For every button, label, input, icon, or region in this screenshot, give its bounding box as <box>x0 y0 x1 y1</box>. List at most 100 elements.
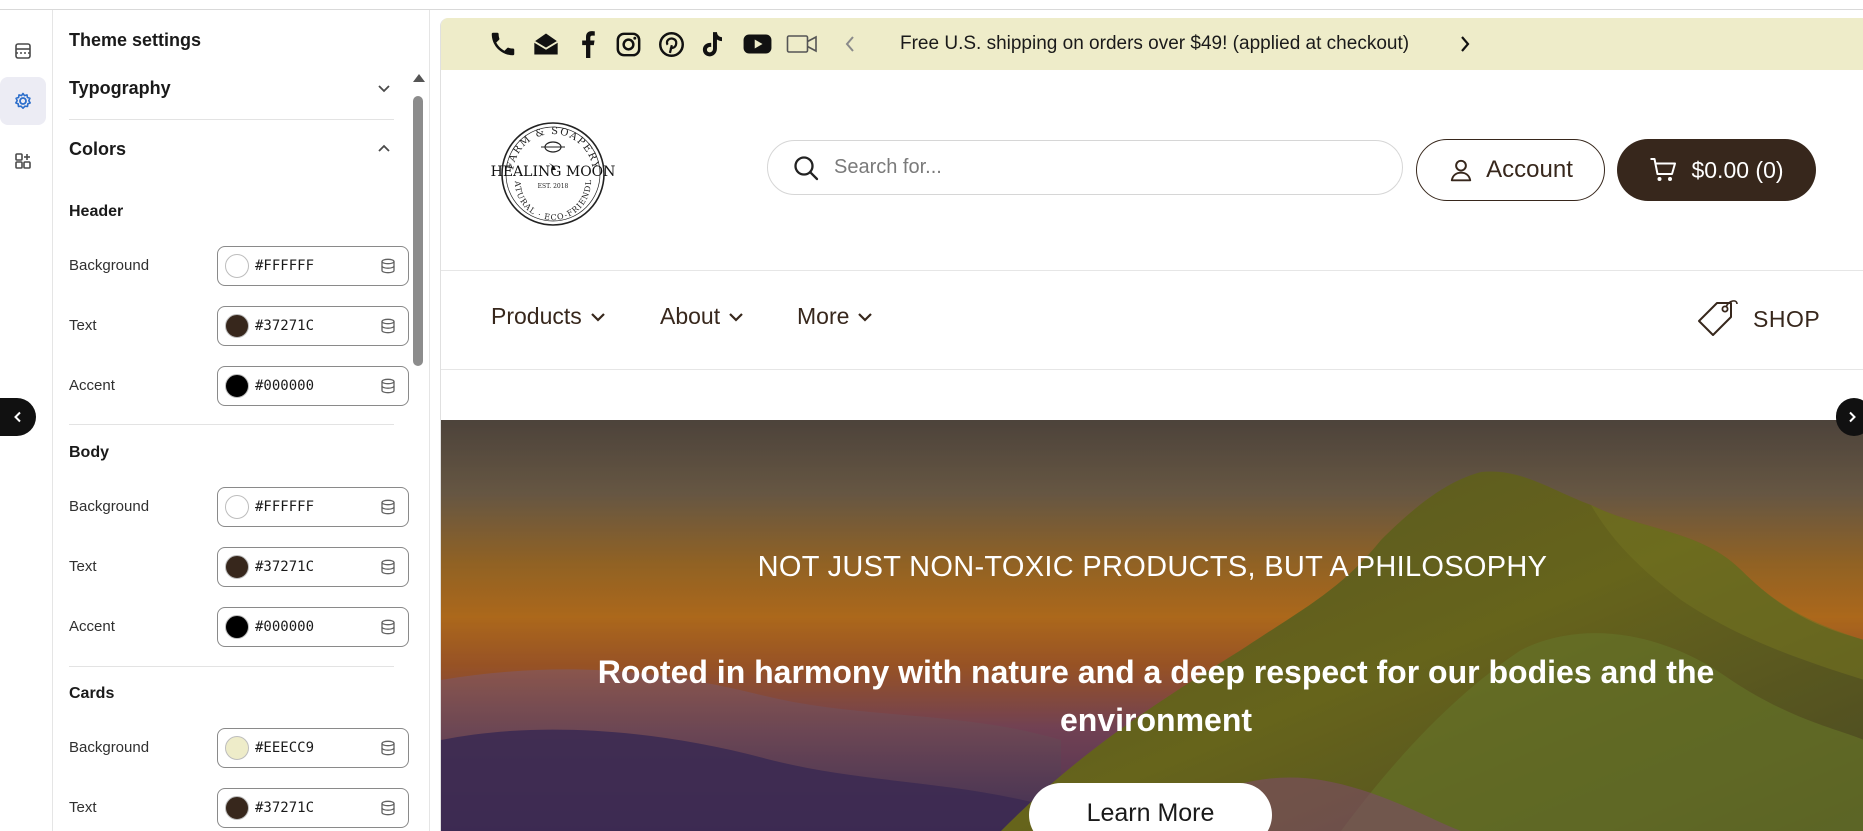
color-swatch[interactable] <box>225 314 249 338</box>
pinterest-icon <box>658 31 684 57</box>
pinterest-link[interactable] <box>656 31 686 57</box>
color-swatch[interactable] <box>225 374 249 398</box>
cart-total: $0.00 (0) <box>1691 156 1784 183</box>
chevron-up-icon <box>378 144 390 152</box>
shop-label: SHOP <box>1753 305 1821 332</box>
video-link[interactable] <box>785 31 819 57</box>
cart-button[interactable]: $0.00 (0) <box>1617 139 1816 201</box>
database-icon <box>381 559 395 575</box>
divider <box>69 424 394 425</box>
facebook-link[interactable] <box>577 31 599 58</box>
hero-heading: Rooted in harmony with nature and a deep… <box>597 654 1715 738</box>
cards-text-field: Text #37271C <box>69 788 409 828</box>
chevron-left-icon <box>14 411 21 423</box>
dynamic-source-button[interactable] <box>380 499 396 515</box>
announcement-next-button[interactable] <box>1456 31 1474 57</box>
database-icon <box>381 800 395 816</box>
price-tag-icon <box>1698 300 1738 336</box>
scroll-up-arrow[interactable] <box>413 74 425 82</box>
chevron-down-icon <box>729 312 743 322</box>
color-hex-value[interactable]: #FFFFFF <box>255 258 365 274</box>
nav-item-about[interactable]: About <box>660 303 744 330</box>
announcement-text: Free U.S. shipping on orders over $49! (… <box>900 33 1410 54</box>
database-icon <box>381 318 395 334</box>
color-input[interactable]: #000000 <box>217 607 409 647</box>
nav-item-label: About <box>660 303 721 329</box>
gear-icon <box>15 92 31 109</box>
instagram-link[interactable] <box>613 31 643 57</box>
app-blocks-button[interactable] <box>0 137 46 185</box>
dynamic-source-button[interactable] <box>380 740 396 756</box>
color-swatch[interactable] <box>225 615 249 639</box>
color-swatch[interactable] <box>225 495 249 519</box>
store-logo[interactable]: FARM & SOAPERY NATURAL · ECO-FRIENDLY HE… <box>487 113 615 228</box>
color-input[interactable]: #37271C <box>217 547 409 587</box>
color-swatch[interactable] <box>225 796 249 820</box>
main-navigation: Products About More SHOP <box>441 271 1863 370</box>
instagram-icon <box>616 32 640 56</box>
color-swatch[interactable] <box>225 254 249 278</box>
nav-item-more[interactable]: More <box>797 303 873 330</box>
color-input[interactable]: #FFFFFF <box>217 487 409 527</box>
typography-accordion[interactable]: Typography <box>69 73 401 103</box>
dynamic-source-button[interactable] <box>380 559 396 575</box>
color-hex-value[interactable]: #000000 <box>255 619 365 635</box>
dynamic-source-button[interactable] <box>380 258 396 274</box>
nav-item-label: More <box>797 303 850 329</box>
chevron-right-icon <box>1849 411 1856 423</box>
learn-more-label: Learn More <box>1086 799 1215 827</box>
cards-group-label: Cards <box>69 685 115 702</box>
account-label: Account <box>1486 156 1573 183</box>
nav-item-products[interactable]: Products <box>491 303 606 330</box>
colors-label: Colors <box>69 138 127 159</box>
email-link[interactable] <box>531 31 561 57</box>
announcement-prev-button[interactable] <box>841 31 859 57</box>
field-label: Background <box>69 257 150 274</box>
search-input[interactable]: Search for... <box>767 140 1403 195</box>
color-hex-value[interactable]: #EEECC9 <box>255 740 365 756</box>
color-input[interactable]: #37271C <box>217 306 409 346</box>
hero-landscape-image <box>441 420 1863 831</box>
dynamic-source-button[interactable] <box>380 378 396 394</box>
search-icon <box>794 155 819 180</box>
color-input[interactable]: #FFFFFF <box>217 246 409 286</box>
color-hex-value[interactable]: #37271C <box>255 559 365 575</box>
tiktok-link[interactable] <box>699 31 727 57</box>
color-hex-value[interactable]: #FFFFFF <box>255 499 365 515</box>
database-icon <box>381 258 395 274</box>
shop-link[interactable]: SHOP <box>1693 296 1820 342</box>
body-accent-field: Accent #000000 <box>69 607 409 647</box>
body-group-label: Body <box>69 444 109 461</box>
typography-label: Typography <box>69 77 171 98</box>
color-hex-value[interactable]: #37271C <box>255 800 365 816</box>
chevron-left-icon <box>845 36 854 52</box>
learn-more-button[interactable]: Learn More <box>1029 783 1272 831</box>
announcement-bar: Free U.S. shipping on orders over $49! (… <box>441 18 1863 70</box>
youtube-icon <box>743 34 771 54</box>
database-icon <box>381 378 395 394</box>
sections-button[interactable] <box>0 27 46 75</box>
youtube-link[interactable] <box>741 31 773 57</box>
color-input[interactable]: #EEECC9 <box>217 728 409 768</box>
color-swatch[interactable] <box>225 555 249 579</box>
database-icon <box>381 740 395 756</box>
body-text-field: Text #37271C <box>69 547 409 587</box>
phone-link[interactable] <box>487 31 519 57</box>
field-label: Text <box>69 799 97 816</box>
color-hex-value[interactable]: #000000 <box>255 378 365 394</box>
colors-accordion[interactable]: Colors <box>69 134 401 164</box>
dynamic-source-button[interactable] <box>380 318 396 334</box>
color-input[interactable]: #000000 <box>217 366 409 406</box>
dynamic-source-button[interactable] <box>380 800 396 816</box>
color-swatch[interactable] <box>225 736 249 760</box>
color-input[interactable]: #37271C <box>217 788 409 828</box>
theme-settings-button[interactable] <box>0 77 46 125</box>
preview-next-button[interactable] <box>1836 398 1863 436</box>
dynamic-source-button[interactable] <box>380 619 396 635</box>
color-hex-value[interactable]: #37271C <box>255 318 365 334</box>
sections-icon <box>15 43 31 59</box>
panel-scrollbar-thumb[interactable] <box>413 96 423 366</box>
database-icon <box>381 619 395 635</box>
store-header: FARM & SOAPERY NATURAL · ECO-FRIENDLY HE… <box>441 70 1863 271</box>
account-button[interactable]: Account <box>1416 139 1605 201</box>
